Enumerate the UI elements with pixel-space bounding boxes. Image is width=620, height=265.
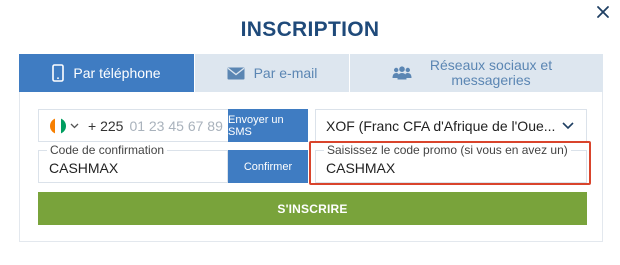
phone-icon (52, 64, 65, 82)
envelope-icon (227, 67, 245, 79)
currency-value: XOF (Franc CFA d'Afrique de l'Oue... (326, 117, 556, 134)
confirmation-code-field[interactable]: Code de confirmation CASHMAX (38, 143, 228, 183)
promo-code-label: Saisissez le code promo (si vous en avez… (324, 143, 571, 157)
registration-tabs: Par téléphone Par e-mail Réseaux sociaux… (19, 54, 603, 92)
tab-social-label: Réseaux sociaux et messageries (429, 57, 553, 88)
register-button[interactable]: S'INSCRIRE (38, 192, 587, 225)
tab-phone-label: Par téléphone (73, 65, 161, 81)
tab-email[interactable]: Par e-mail (194, 54, 349, 92)
currency-select[interactable]: XOF (Franc CFA d'Afrique de l'Oue... (315, 109, 587, 142)
tab-phone[interactable]: Par téléphone (19, 54, 194, 92)
dialog-title: INSCRIPTION (240, 18, 380, 41)
confirmation-code-label: Code de confirmation (47, 143, 168, 157)
promo-code-value: CASHMAX (326, 160, 396, 176)
confirmation-code-value: CASHMAX (49, 160, 119, 176)
country-code: + 225 (88, 117, 124, 134)
ivory-coast-flag[interactable] (50, 117, 66, 134)
tab-email-label: Par e-mail (253, 65, 318, 81)
phone-input[interactable] (129, 117, 240, 134)
promo-code-field[interactable]: Saisissez le code promo (si vous en avez… (315, 143, 587, 183)
confirm-button[interactable]: Confirmer (228, 150, 308, 183)
tab-social[interactable]: Réseaux sociaux et messageries (349, 54, 603, 92)
chevron-down-icon (562, 122, 574, 130)
people-icon (392, 66, 412, 80)
close-icon[interactable] (594, 3, 612, 21)
send-sms-button[interactable]: Envoyer un SMS (228, 109, 308, 142)
chevron-down-icon[interactable] (70, 123, 79, 129)
